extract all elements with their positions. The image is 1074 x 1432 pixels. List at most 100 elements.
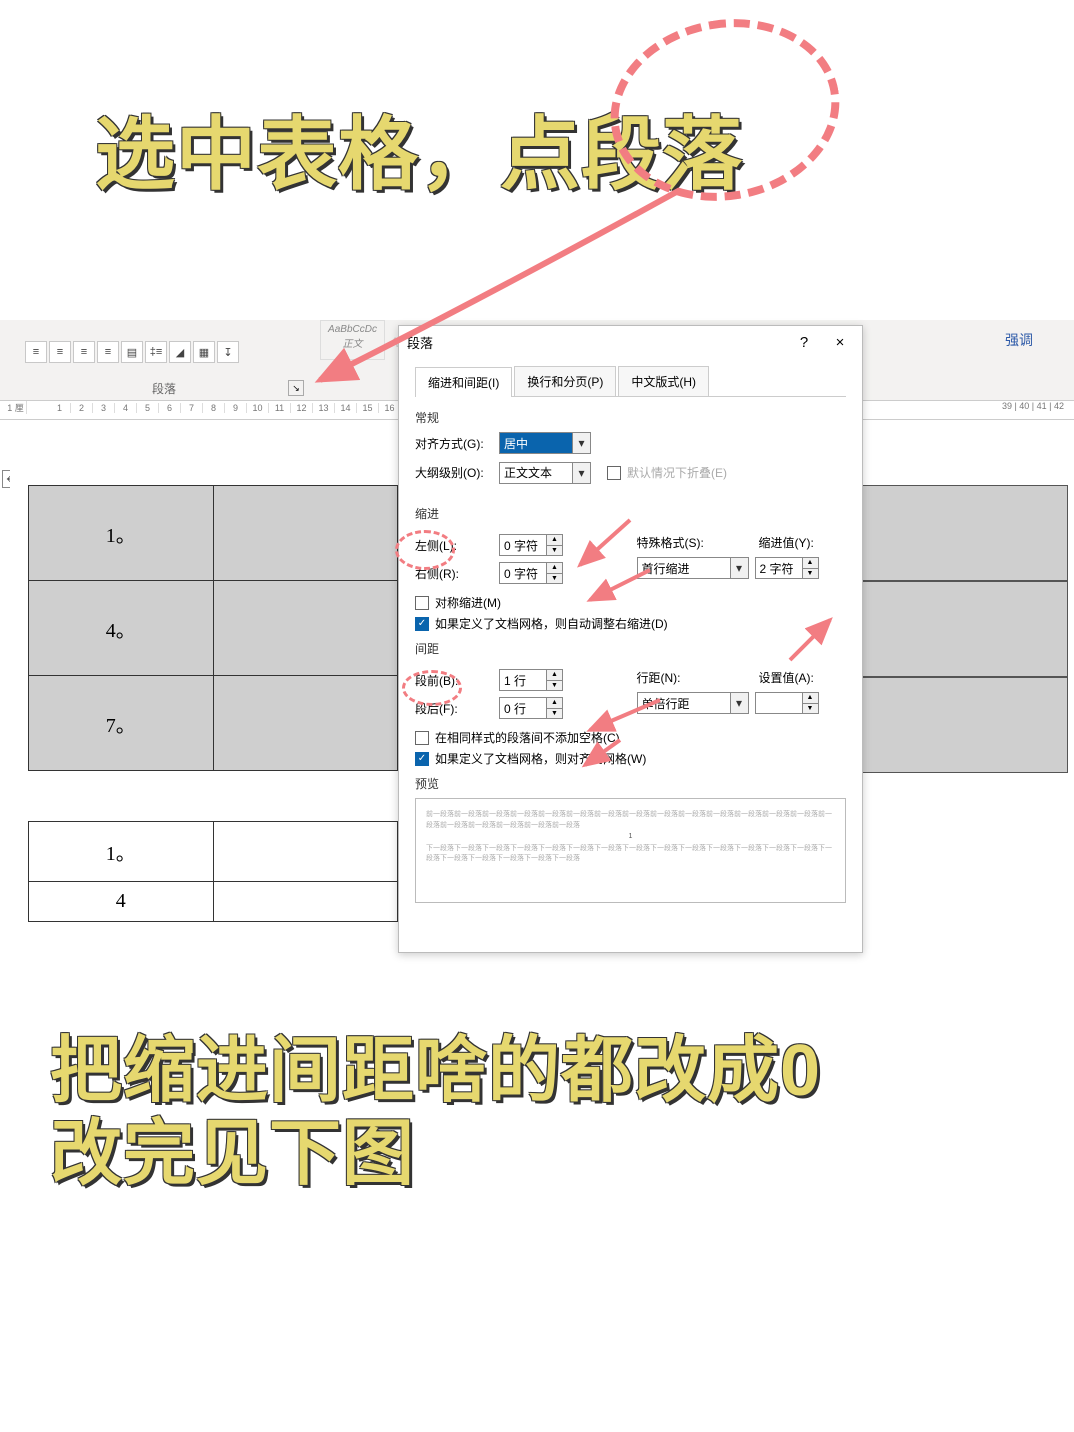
linespacing-label: 行距(N): xyxy=(637,669,693,686)
annotation-highlight-spacing xyxy=(402,670,462,706)
outline-value: 正文文本 xyxy=(504,464,552,481)
by-spinner[interactable]: 2 字符 ▲▼ xyxy=(755,557,819,579)
spin-up-icon[interactable]: ▲ xyxy=(803,558,818,569)
dialog-tabs: 缩进和间距(I) 换行和分页(P) 中文版式(H) xyxy=(415,366,846,397)
table-row[interactable]: 1。 xyxy=(29,486,398,581)
outline-combo[interactable]: 正文文本 ▾ xyxy=(499,462,591,484)
spin-up-icon[interactable]: ▲ xyxy=(547,563,562,574)
by-label: 缩进值(Y): xyxy=(759,534,823,551)
preview-pane: 前一段落前一段落前一段落前一段落前一段落前一段落前一段落前一段落前一段落前一段落… xyxy=(415,798,846,903)
no-space-checkbox[interactable] xyxy=(415,731,429,745)
tab-indent-spacing[interactable]: 缩进和间距(I) xyxy=(415,367,512,397)
snap-grid-checkbox[interactable]: ✓ xyxy=(415,752,429,766)
spin-up-icon[interactable]: ▲ xyxy=(547,535,562,546)
before-spinner[interactable]: 1 行 ▲▼ xyxy=(499,669,563,691)
general-heading: 常规 xyxy=(415,409,846,426)
table-row[interactable]: 1。 xyxy=(29,822,398,882)
tab-line-page-breaks[interactable]: 换行和分页(P) xyxy=(514,366,616,396)
chevron-down-icon[interactable]: ▾ xyxy=(572,463,590,483)
auto-adjust-label: 如果定义了文档网格，则自动调整右缩进(D) xyxy=(435,615,668,632)
preview-text: 下一段落下一段落下一段落下一段落下一段落下一段落下一段落下一段落下一段落下一段落… xyxy=(426,844,835,865)
align-right-button[interactable]: ≡ xyxy=(73,341,95,363)
left-indent-spinner[interactable]: 0 字符 ▲▼ xyxy=(499,534,563,556)
spin-down-icon[interactable]: ▼ xyxy=(803,704,818,714)
chevron-down-icon[interactable]: ▾ xyxy=(572,433,590,453)
auto-adjust-checkbox[interactable]: ✓ xyxy=(415,617,429,631)
after-spinner[interactable]: 0 行 ▲▼ xyxy=(499,697,563,719)
paragraph-group: ≡ ≡ ≡ ≡ ▤ ‡≡ ◢ ▦ ↧ xyxy=(25,320,303,380)
special-indent-value: 首行缩进 xyxy=(642,560,690,577)
table-cell[interactable] xyxy=(213,676,398,771)
spin-up-icon[interactable]: ▲ xyxy=(547,698,562,709)
spin-down-icon[interactable]: ▼ xyxy=(547,546,562,556)
emphasis-style[interactable]: 强调 xyxy=(989,330,1049,350)
table-cell[interactable]: 4。 xyxy=(29,581,214,676)
table-row[interactable]: 7。 xyxy=(29,676,398,771)
indent-heading: 缩进 xyxy=(415,505,846,522)
spin-down-icon[interactable]: ▼ xyxy=(803,569,818,579)
paragraph-dialog: 段落 ? × 缩进和间距(I) 换行和分页(P) 中文版式(H) 常规 对齐方式… xyxy=(398,325,863,953)
annotation-bottom-line2: 改完见下图 xyxy=(50,1113,821,1196)
align-justify-button[interactable]: ≡ xyxy=(97,341,119,363)
table-cell[interactable]: 1。 xyxy=(29,822,214,882)
shading-button[interactable]: ◢ xyxy=(169,341,191,363)
right-indent-value: 0 字符 xyxy=(504,565,538,582)
preview-text: 前一段落前一段落前一段落前一段落前一段落前一段落前一段落前一段落前一段落前一段落… xyxy=(426,810,835,831)
special-indent-combo[interactable]: 首行缩进 ▾ xyxy=(637,557,749,579)
chevron-down-icon[interactable]: ▾ xyxy=(730,693,748,713)
no-space-label: 在相同样式的段落间不添加空格(C) xyxy=(435,729,620,746)
chevron-down-icon[interactable]: ▾ xyxy=(730,558,748,578)
alignment-label: 对齐方式(G): xyxy=(415,435,493,452)
table-cell[interactable]: 1。 xyxy=(29,486,214,581)
preview-sample: 1 xyxy=(426,832,835,843)
alignment-value: 居中 xyxy=(504,435,528,452)
spin-down-icon[interactable]: ▼ xyxy=(547,709,562,719)
style-item[interactable]: AaBbCcDc正文 xyxy=(320,320,385,360)
spin-down-icon[interactable]: ▼ xyxy=(547,681,562,691)
collapse-label: 默认情况下折叠(E) xyxy=(627,464,727,481)
paragraph-dialog-launcher[interactable]: ↘ xyxy=(288,380,304,396)
special-indent-label: 特殊格式(S): xyxy=(637,534,707,551)
table-cell[interactable] xyxy=(213,486,398,581)
align-center-button[interactable]: ≡ xyxy=(49,341,71,363)
distribute-button[interactable]: ▤ xyxy=(121,341,143,363)
sort-button[interactable]: ↧ xyxy=(217,341,239,363)
dialog-titlebar[interactable]: 段落 ? × xyxy=(399,326,862,358)
at-spinner[interactable]: ▲▼ xyxy=(755,692,819,714)
spin-up-icon[interactable]: ▲ xyxy=(547,670,562,681)
paragraph-group-label: 段落 xyxy=(25,380,303,397)
spacing-heading: 间距 xyxy=(415,640,846,657)
table-cell[interactable] xyxy=(213,882,398,922)
table-right-edge xyxy=(858,485,1068,773)
tab-asian-typography[interactable]: 中文版式(H) xyxy=(618,366,709,396)
spin-up-icon[interactable]: ▲ xyxy=(803,693,818,704)
spin-down-icon[interactable]: ▼ xyxy=(547,574,562,584)
selected-table[interactable]: 1。 4。 7。 xyxy=(28,485,398,771)
document-canvas[interactable]: 1。 4。 7。 1。 4 xyxy=(10,435,395,955)
table-cell[interactable] xyxy=(213,581,398,676)
before-value: 1 行 xyxy=(504,672,526,689)
dialog-title: 段落 xyxy=(407,333,433,352)
left-indent-value: 0 字符 xyxy=(504,537,538,554)
align-left-button[interactable]: ≡ xyxy=(25,341,47,363)
borders-button[interactable]: ▦ xyxy=(193,341,215,363)
collapse-checkbox xyxy=(607,466,621,480)
table-cell[interactable]: 7。 xyxy=(29,676,214,771)
help-button[interactable]: ? xyxy=(790,334,818,351)
annotation-bottom: 把缩进间距啥的都改成0 改完见下图 xyxy=(50,1030,821,1196)
alignment-combo[interactable]: 居中 ▾ xyxy=(499,432,591,454)
linespacing-combo[interactable]: 单倍行距 ▾ xyxy=(637,692,749,714)
right-indent-spinner[interactable]: 0 字符 ▲▼ xyxy=(499,562,563,584)
table-cell[interactable] xyxy=(213,822,398,882)
line-spacing-button[interactable]: ‡≡ xyxy=(145,341,167,363)
linespacing-value: 单倍行距 xyxy=(642,695,690,712)
at-label: 设置值(A): xyxy=(759,669,823,686)
close-button[interactable]: × xyxy=(826,334,854,351)
table-row[interactable]: 4。 xyxy=(29,581,398,676)
outline-label: 大纲级别(O): xyxy=(415,464,493,481)
table-row[interactable]: 4 xyxy=(29,882,398,922)
second-table[interactable]: 1。 4 xyxy=(28,821,398,922)
table-cell[interactable]: 4 xyxy=(29,882,214,922)
mirror-indent-checkbox[interactable] xyxy=(415,596,429,610)
snap-grid-label: 如果定义了文档网格，则对齐到网格(W) xyxy=(435,750,646,767)
